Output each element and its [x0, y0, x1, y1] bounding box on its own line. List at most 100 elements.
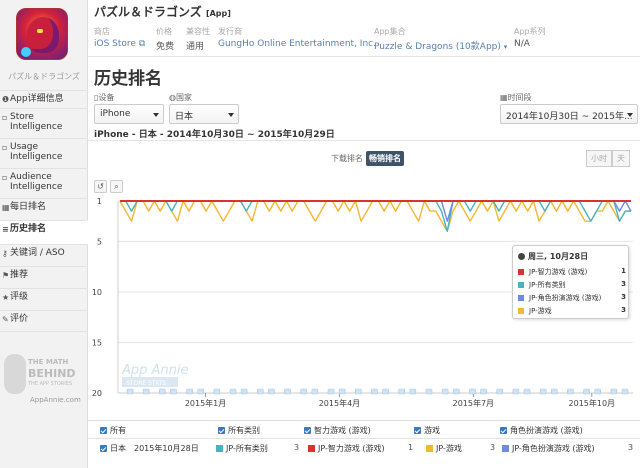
event-marker[interactable] — [496, 388, 504, 395]
sidebar-item-usage-intelligence[interactable]: ▫ Usage Intelligence — [0, 138, 88, 168]
event-marker[interactable] — [550, 388, 558, 395]
sidebar-item-reviews[interactable]: ✎ 评价 — [0, 310, 88, 332]
event-marker[interactable] — [186, 388, 193, 395]
grossing-rank-tab[interactable]: 畅销排名 — [366, 151, 404, 166]
legend-toggle-puzzle[interactable]: 智力游戏 (游戏) — [304, 425, 371, 436]
sidebar-item-label: 历史排名 — [10, 224, 47, 234]
meta-app-collection: App集合 Puzzle & Dragons (10款App) ▾ — [374, 27, 508, 52]
sidebar-item-store-intelligence[interactable]: ▫ Store Intelligence — [0, 108, 88, 138]
sidebar-item-historical-ranks[interactable]: ≡ 历史排名 — [0, 220, 88, 244]
event-marker[interactable] — [256, 388, 264, 395]
legend-date: 2015年10月28日 — [134, 444, 199, 453]
sidebar-item-app-details[interactable]: ❶ App详细信息 — [0, 90, 88, 108]
event-marker[interactable] — [539, 388, 547, 395]
event-marker[interactable] — [338, 388, 346, 395]
event-marker[interactable] — [300, 388, 308, 395]
checkbox-icon — [100, 427, 107, 434]
device-select[interactable]: iPhone — [94, 104, 164, 124]
y-tick-label: 1 — [97, 197, 102, 206]
app-collection-link[interactable]: Puzzle & Dragons (10款App) ▾ — [374, 39, 507, 52]
app-title: パズル＆ドラゴンズ [App] — [94, 5, 231, 19]
sidebar-item-audience-intelligence[interactable]: ▫ Audience Intelligence — [0, 168, 88, 198]
chevron-down-icon: ▾ — [503, 43, 508, 51]
series-swatch — [216, 445, 223, 452]
event-marker[interactable] — [610, 388, 618, 395]
legend-value: 1 — [408, 443, 414, 452]
event-marker[interactable] — [158, 388, 166, 395]
series-line[interactable] — [119, 200, 631, 232]
legend-toggle-rpg[interactable]: 角色扮演游戏 (游戏) — [500, 425, 583, 436]
event-marker[interactable] — [213, 388, 221, 395]
hourly-button[interactable]: 小时 — [586, 150, 612, 167]
event-marker[interactable] — [382, 388, 389, 395]
event-marker[interactable] — [441, 388, 449, 395]
event-marker[interactable] — [398, 388, 406, 395]
event-marker[interactable] — [284, 388, 291, 395]
x-tick-label: 2015年10月 — [569, 398, 616, 408]
sidebar-item-label: Usage Intelligence — [10, 142, 63, 162]
sidebar-item-ratings[interactable]: ★ 评级 — [0, 288, 88, 310]
legend-value: 3 — [294, 443, 300, 452]
event-marker[interactable] — [268, 388, 275, 395]
event-marker[interactable] — [512, 388, 520, 395]
event-marker[interactable] — [126, 388, 134, 395]
series-line[interactable] — [120, 200, 631, 232]
series-legend-table: 所有 所有类别 智力游戏 (游戏) 游戏 角色扮演游戏 (游戏) 日本 2015… — [88, 420, 640, 468]
app-annie-logo[interactable]: THE MATH BEHIND THE APP STORIES AppAnnie… — [4, 352, 84, 408]
event-marker[interactable] — [229, 388, 237, 395]
sidebar-item-featured[interactable]: ⚑ 推荐 — [0, 266, 88, 288]
daily-button[interactable]: 天 — [612, 150, 630, 167]
calendar-icon: ▦ — [500, 93, 508, 102]
legend-toggle-games[interactable]: 游戏 — [414, 425, 440, 436]
rank-type-toggle: 下载排名 畅销排名 — [328, 151, 404, 166]
event-marker[interactable] — [240, 388, 248, 395]
audience-icon: ▫ — [2, 173, 8, 182]
y-axis-ticks: 15101520 — [92, 197, 102, 398]
downloads-rank-tab[interactable]: 下载排名 — [328, 151, 366, 166]
legend-toggle-all[interactable]: 所有 — [100, 425, 126, 436]
legend-country[interactable]: 日本 — [100, 443, 126, 454]
legend-series-games: JP-游戏 — [426, 443, 462, 454]
time-select[interactable]: 2014年10月30日 ~ 2015年... — [500, 104, 638, 124]
globe-icon: ◍ — [169, 93, 176, 102]
legend-data-row: 日本 2015年10月28日 JP-所有类别 3 JP-智力游戏 (游戏) 1 … — [88, 439, 640, 457]
event-marker[interactable] — [621, 388, 629, 395]
reset-zoom-button[interactable]: ↺ — [94, 180, 107, 193]
event-marker[interactable] — [469, 388, 476, 395]
event-marker[interactable] — [170, 388, 177, 395]
checkbox-icon — [218, 427, 225, 434]
zoom-button[interactable]: ⌕ — [110, 180, 123, 193]
series-swatch — [308, 445, 315, 452]
event-marker[interactable] — [409, 388, 417, 395]
star-icon: ★ — [2, 293, 10, 302]
event-marker[interactable] — [371, 388, 378, 395]
event-marker[interactable] — [583, 388, 590, 395]
event-marker[interactable] — [523, 388, 531, 395]
event-marker[interactable] — [197, 388, 205, 395]
country-select[interactable]: 日本 — [169, 104, 239, 124]
event-marker[interactable] — [425, 388, 433, 395]
sidebar-item-keywords-aso[interactable]: ⚷ 关键词 / ASO — [0, 244, 88, 266]
device-filter: ▯设备 iPhone — [94, 92, 164, 124]
sidebar-item-label: 关键词 / ASO — [10, 248, 65, 258]
event-marker[interactable] — [452, 388, 460, 395]
event-marker[interactable] — [480, 388, 487, 395]
event-marker[interactable] — [354, 388, 362, 395]
meta-app-series: App系列 N/A — [514, 27, 546, 49]
legend-toggle-all-categories[interactable]: 所有类别 — [218, 425, 260, 436]
sidebar-item-label: Audience Intelligence — [10, 172, 63, 192]
event-marker[interactable] — [567, 388, 574, 395]
event-marker[interactable] — [327, 388, 335, 395]
series-swatch — [518, 282, 524, 288]
sidebar-item-daily-ranks[interactable]: ▦ 每日排名 — [0, 198, 88, 220]
legend-value: 3 — [490, 443, 496, 452]
app-icon — [16, 8, 68, 60]
sidebar-item-label: 每日排名 — [10, 202, 47, 212]
event-marker[interactable] — [311, 388, 319, 395]
publisher-link[interactable]: GungHo Online Entertainment, Inc. — [218, 39, 376, 49]
filter-summary: iPhone - 日本 - 2014年10月30日 ~ 2015年10月29日 — [94, 130, 335, 140]
logo-line2: BEHIND — [28, 367, 76, 380]
event-marker[interactable] — [142, 388, 150, 395]
event-marker[interactable] — [594, 388, 602, 395]
series-line[interactable] — [120, 200, 632, 222]
